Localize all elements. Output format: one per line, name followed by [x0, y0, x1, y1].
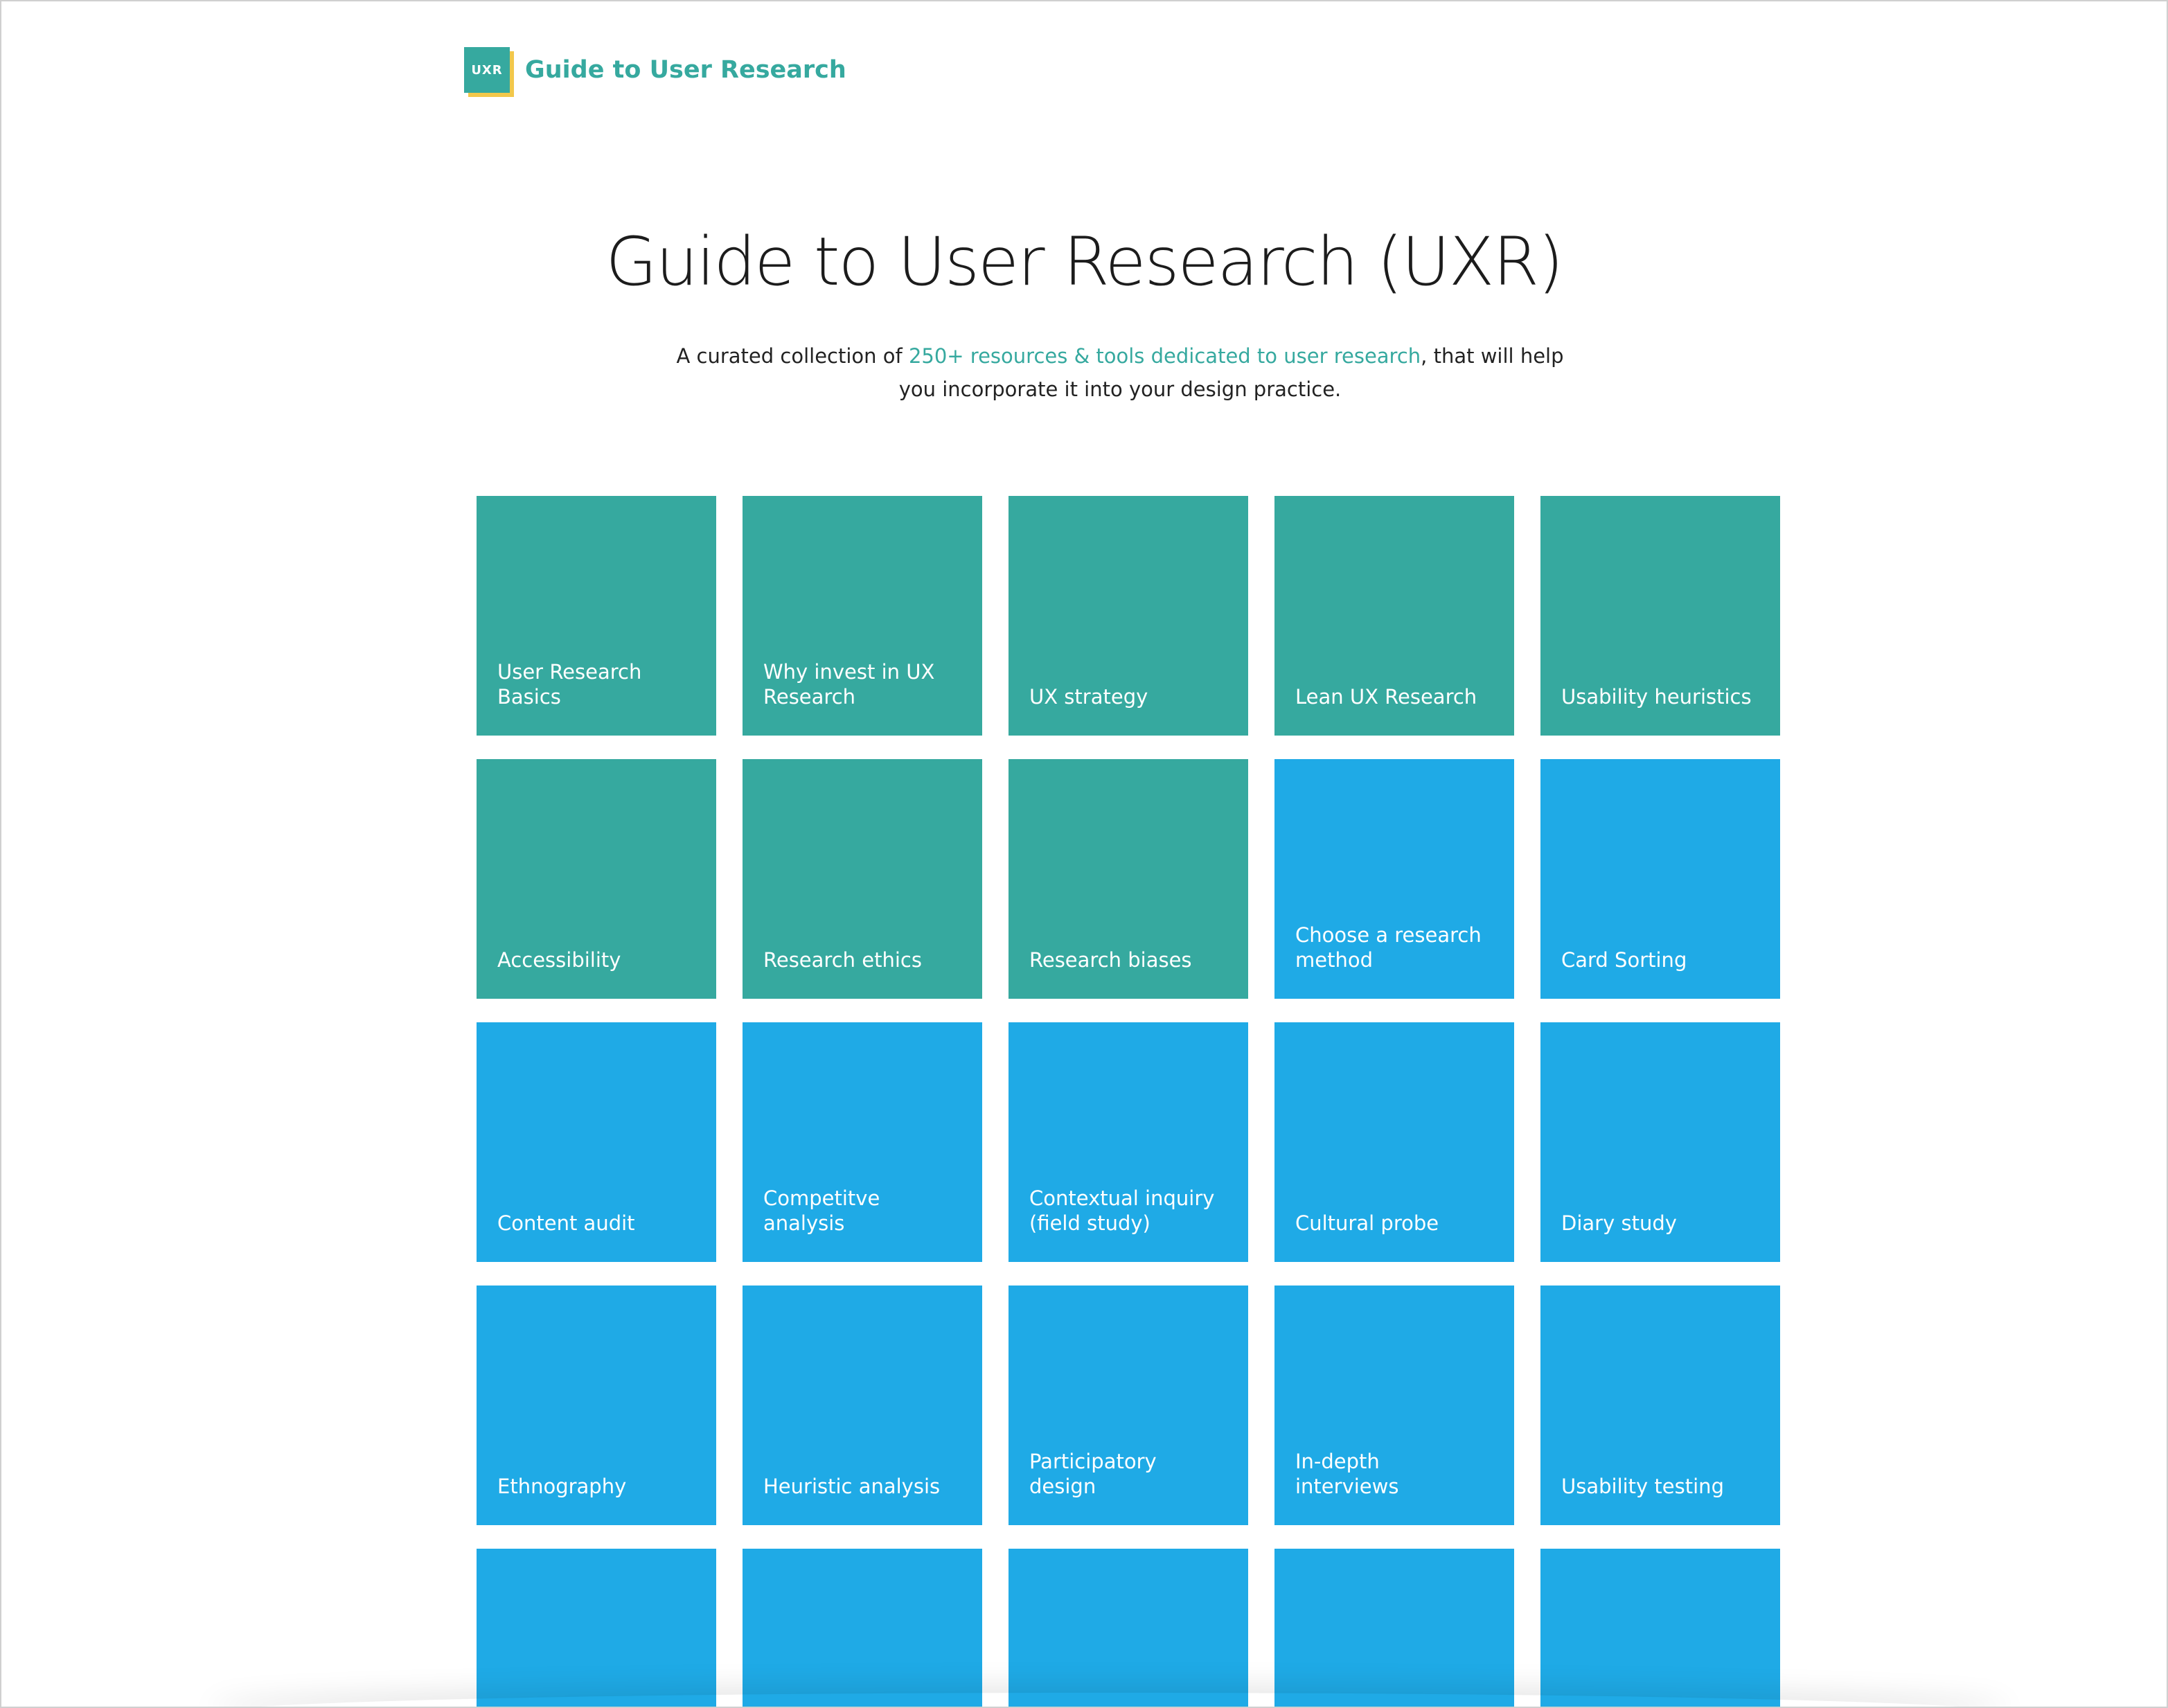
page-subtitle: A curated collection of 250+ resources &…	[666, 339, 1574, 406]
topic-tile[interactable]: Contextual inquiry (field study)	[1009, 1022, 1248, 1262]
topic-tile-label: Usability heuristics	[1561, 685, 1752, 709]
topic-tile[interactable]: Choose a research method	[1274, 759, 1514, 999]
topic-tile-label: Research ethics	[763, 948, 922, 972]
topic-tile[interactable]: Diary study	[1540, 1022, 1780, 1262]
site-brand-link[interactable]: UXR Guide to User Research	[464, 46, 846, 97]
topic-tile-label: Usability testing	[1561, 1475, 1724, 1498]
topic-tile[interactable]	[477, 1549, 716, 1707]
logo-badge: UXR	[464, 47, 510, 93]
topic-tile[interactable]: Content audit	[477, 1022, 716, 1262]
topic-tile-label: Contextual inquiry (field study)	[1029, 1186, 1215, 1235]
topic-tile[interactable]	[743, 1549, 982, 1707]
topic-tile-label: Ethnography	[497, 1475, 627, 1498]
topic-tile[interactable]: Participatory design	[1009, 1286, 1248, 1525]
topic-tile[interactable]: Why invest in UX Research	[743, 496, 982, 736]
topic-tile-label: In-depth interviews	[1295, 1450, 1399, 1498]
topic-tile[interactable]: Research ethics	[743, 759, 982, 999]
topic-tile-label: Competitve analysis	[763, 1186, 880, 1235]
topic-tile[interactable]: Accessibility	[477, 759, 716, 999]
topic-tile[interactable]: Competitve analysis	[743, 1022, 982, 1262]
resources-link[interactable]: 250+ resources & tools dedicated to user…	[909, 344, 1421, 368]
topic-tile[interactable]: Usability heuristics	[1540, 496, 1780, 736]
topic-tile[interactable]	[1274, 1549, 1514, 1707]
topic-tile-label: Card Sorting	[1561, 948, 1687, 972]
topic-tile-label: Heuristic analysis	[763, 1475, 941, 1498]
topic-tile[interactable]: Ethnography	[477, 1286, 716, 1525]
topic-tile[interactable]: Cultural probe	[1274, 1022, 1514, 1262]
topic-tile-label: User Research Basics	[497, 660, 642, 709]
topic-tile-label: Lean UX Research	[1295, 685, 1477, 709]
topic-tile[interactable]: User Research Basics	[477, 496, 716, 736]
topic-tile[interactable]: UX strategy	[1009, 496, 1248, 736]
topic-tile-label: Participatory design	[1029, 1450, 1157, 1498]
topic-tile-grid: User Research Basics Why invest in UX Res…	[477, 496, 1780, 1707]
topic-tile-label: Content audit	[497, 1211, 635, 1235]
topic-tile-label: UX strategy	[1029, 685, 1148, 709]
uxr-logo-icon: UXR	[464, 47, 514, 97]
topic-tile-label: Cultural probe	[1295, 1211, 1439, 1235]
page-title: Guide to User Research (UXR)	[605, 223, 1563, 301]
topic-tile-label: Accessibility	[497, 948, 621, 972]
topic-tile[interactable]	[1540, 1549, 1780, 1707]
topic-tile-label: Choose a research method	[1295, 923, 1482, 972]
topic-tile[interactable]	[1009, 1549, 1248, 1707]
topic-tile[interactable]: Research biases	[1009, 759, 1248, 999]
topic-tile-label: Why invest in UX Research	[763, 660, 935, 709]
topic-tile[interactable]: Usability testing	[1540, 1286, 1780, 1525]
subtitle-text-pre: A curated collection of	[676, 344, 909, 368]
topic-tile[interactable]: In-depth interviews	[1274, 1286, 1514, 1525]
page-frame: UXR Guide to User Research Guide to User…	[0, 0, 2168, 1708]
site-title: Guide to User Research	[525, 56, 846, 84]
topic-tile[interactable]: Lean UX Research	[1274, 496, 1514, 736]
topic-tile-label: Diary study	[1561, 1211, 1677, 1235]
topic-tile[interactable]: Heuristic analysis	[743, 1286, 982, 1525]
topic-tile-label: Research biases	[1029, 948, 1192, 972]
topic-tile[interactable]: Card Sorting	[1540, 759, 1780, 999]
